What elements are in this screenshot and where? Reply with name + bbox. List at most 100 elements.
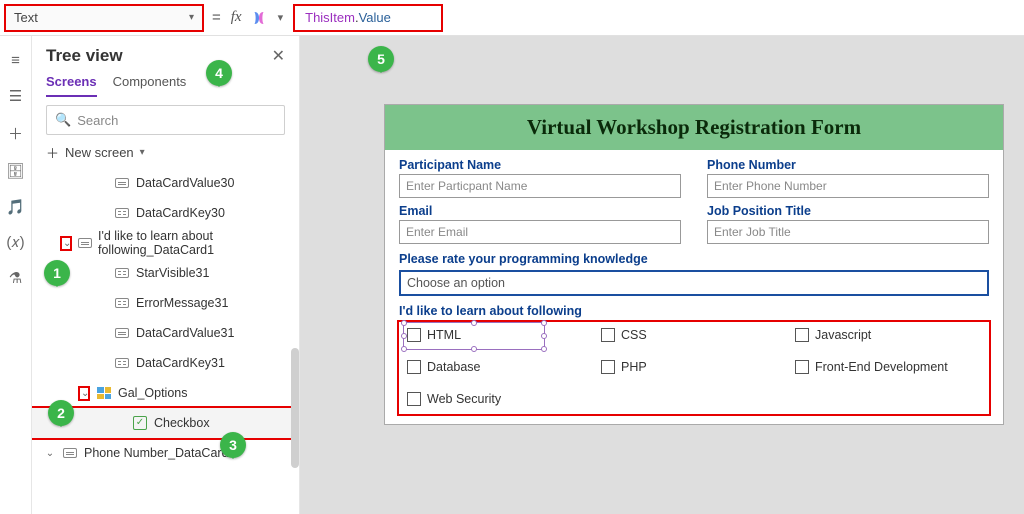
chevron-down-icon[interactable]: ⌄ xyxy=(44,448,56,459)
email-label: Email xyxy=(399,204,681,218)
new-screen-button[interactable]: ＋ New screen ▾ xyxy=(32,141,299,168)
callout-1: 1 xyxy=(44,260,70,286)
tree-node[interactable]: ⌄ Phone Number_DataCard1 xyxy=(32,438,299,468)
checkbox-label: Javascript xyxy=(815,328,871,342)
formula-token-value: Value xyxy=(359,10,391,25)
tree-node-label: Gal_Options xyxy=(118,386,187,400)
tree-node[interactable]: ErrorMessage31 xyxy=(32,288,299,318)
chevron-down-icon[interactable]: ⌄ xyxy=(78,386,90,401)
insert-icon[interactable]: ＋ xyxy=(8,123,23,144)
checkbox-frontend[interactable]: Front-End Development xyxy=(795,360,981,374)
callout-3: 3 xyxy=(220,432,246,458)
left-rail: ≡ ☰ ＋ 🗄 🎵 (𝑥) ⚗ xyxy=(0,36,32,514)
tree-view-icon[interactable]: ☰ xyxy=(9,87,22,105)
media-icon[interactable]: 🎵 xyxy=(6,198,25,216)
copilot-icon[interactable] xyxy=(250,9,268,27)
formula-bar: Text ▾ = fx ▾ ThisItem.Value xyxy=(0,0,1024,36)
job-title-label: Job Position Title xyxy=(707,204,989,218)
tree-node-label: DataCardKey30 xyxy=(136,206,225,220)
form-title: Virtual Workshop Registration Form xyxy=(385,105,1003,150)
phone-number-label: Phone Number xyxy=(707,158,989,172)
checkbox-php[interactable]: PHP xyxy=(601,360,787,374)
callout-4: 4 xyxy=(206,60,232,86)
rate-knowledge-label: Please rate your programming knowledge xyxy=(399,252,989,266)
selection-frame xyxy=(403,322,545,350)
tree-node-label: ErrorMessage31 xyxy=(136,296,228,310)
tree-node-label: Phone Number_DataCard1 xyxy=(84,446,235,460)
hamburger-icon[interactable]: ≡ xyxy=(11,52,20,69)
panel-tabs: Screens Components xyxy=(32,70,299,97)
checkbox-websecurity[interactable]: Web Security xyxy=(407,392,593,406)
tree-node[interactable]: StarVisible31 xyxy=(32,258,299,288)
tree-node-label: DataCardValue31 xyxy=(136,326,234,340)
tab-components[interactable]: Components xyxy=(113,74,187,97)
tree-node-learn-datacard[interactable]: ⌄ I'd like to learn about following_DataC… xyxy=(32,228,299,258)
registration-form: Virtual Workshop Registration Form Parti… xyxy=(384,104,1004,425)
data-icon[interactable]: 🗄 xyxy=(6,162,25,180)
placeholder-text: Enter Email xyxy=(406,225,468,239)
checkbox-database[interactable]: Database xyxy=(407,360,593,374)
plus-icon: ＋ xyxy=(46,143,59,162)
tree-view-panel: Tree view ✕ Screens Components 🔍 Search … xyxy=(32,36,300,514)
chevron-down-icon: ▾ xyxy=(140,147,145,158)
checkbox-javascript[interactable]: Javascript xyxy=(795,328,981,342)
tree-node[interactable]: DataCardValue31 xyxy=(32,318,299,348)
checkbox-box-icon xyxy=(795,360,809,374)
placeholder-text: Enter Phone Number xyxy=(714,179,827,193)
checkbox-box-icon xyxy=(407,392,421,406)
close-icon[interactable]: ✕ xyxy=(272,46,285,66)
tree-node-gal-options[interactable]: ⌄ Gal_Options xyxy=(32,378,299,408)
checkbox-label: Database xyxy=(427,360,481,374)
rate-knowledge-select[interactable]: Choose an option xyxy=(399,270,989,296)
chevron-down-icon: ▾ xyxy=(189,12,194,23)
search-input[interactable]: 🔍 Search xyxy=(46,105,285,135)
placeholder-text: Enter Particpant Name xyxy=(406,179,527,193)
tree-node-label: I'd like to learn about following_DataCa… xyxy=(98,229,299,257)
checkbox-label: Front-End Development xyxy=(815,360,948,374)
chevron-down-icon[interactable]: ⌄ xyxy=(60,236,72,251)
select-placeholder: Choose an option xyxy=(407,276,505,290)
fx-icon[interactable]: fx xyxy=(229,9,244,26)
participant-name-label: Participant Name xyxy=(399,158,681,172)
tree-node[interactable]: DataCardValue30 xyxy=(32,168,299,198)
tree-node[interactable]: DataCardKey30 xyxy=(32,198,299,228)
checkbox-css[interactable]: CSS xyxy=(601,328,787,342)
checkbox-label: PHP xyxy=(621,360,647,374)
new-screen-label: New screen xyxy=(65,145,134,160)
tree: DataCardValue30 DataCardKey30 ⌄ I'd like … xyxy=(32,168,299,514)
chevron-down-icon[interactable]: ▾ xyxy=(274,11,288,24)
checkbox-box-icon xyxy=(601,328,615,342)
participant-name-input[interactable]: Enter Particpant Name xyxy=(399,174,681,198)
callout-2: 2 xyxy=(48,400,74,426)
variables-icon[interactable]: (𝑥) xyxy=(6,234,24,251)
panel-title: Tree view xyxy=(46,46,123,66)
tree-node[interactable]: DataCardKey31 xyxy=(32,348,299,378)
canvas: Virtual Workshop Registration Form Parti… xyxy=(300,36,1024,514)
equals-sign: = xyxy=(210,9,223,26)
tab-screens[interactable]: Screens xyxy=(46,74,97,97)
search-icon: 🔍 xyxy=(55,112,71,128)
checkbox-html[interactable]: HTML xyxy=(407,328,593,342)
property-dropdown-value: Text xyxy=(14,10,38,25)
tree-node-label: DataCardKey31 xyxy=(136,356,225,370)
learn-about-label: I'd like to learn about following xyxy=(399,304,989,318)
tree-node-label: Checkbox xyxy=(154,416,210,430)
scrollbar[interactable] xyxy=(291,348,299,468)
formula-token-thisitem: ThisItem xyxy=(305,10,355,25)
checkbox-box-icon xyxy=(407,360,421,374)
search-placeholder: Search xyxy=(77,113,118,128)
phone-number-input[interactable]: Enter Phone Number xyxy=(707,174,989,198)
checkbox-label: CSS xyxy=(621,328,647,342)
email-input[interactable]: Enter Email xyxy=(399,220,681,244)
checkbox-label: Web Security xyxy=(427,392,501,406)
tree-node-label: DataCardValue30 xyxy=(136,176,234,190)
callout-5: 5 xyxy=(368,46,394,72)
placeholder-text: Enter Job Title xyxy=(714,225,791,239)
checkbox-box-icon xyxy=(795,328,809,342)
property-dropdown[interactable]: Text ▾ xyxy=(4,4,204,32)
learn-options-gallery: HTML CSS Javascript Database PHP Front-E… xyxy=(399,322,989,414)
tests-icon[interactable]: ⚗ xyxy=(9,269,22,287)
checkbox-box-icon xyxy=(601,360,615,374)
job-title-input[interactable]: Enter Job Title xyxy=(707,220,989,244)
formula-input[interactable]: ThisItem.Value xyxy=(293,4,443,32)
